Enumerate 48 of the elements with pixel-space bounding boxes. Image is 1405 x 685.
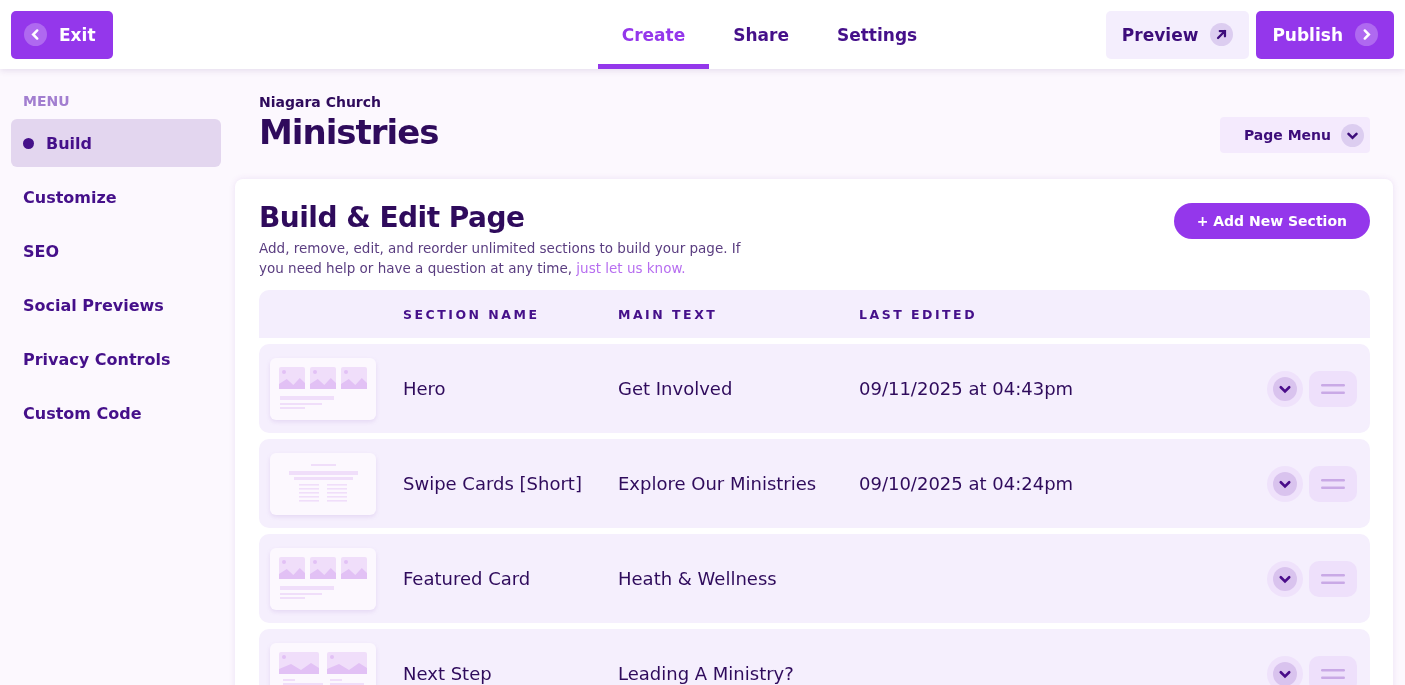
last-edited: 09/11/2025 at 04:43pm (859, 378, 1074, 399)
section-name: Swipe Cards [Short] (403, 473, 583, 494)
section-row[interactable]: Next Step Leading A Ministry? (259, 629, 1370, 685)
section-name: Hero (403, 378, 447, 399)
section-row[interactable]: Hero Get Involved 09/11/2025 at 04:43pm (259, 344, 1370, 433)
arrow-up-right-icon (1210, 23, 1234, 46)
site-name: Niagara Church (259, 94, 383, 110)
last-edited: 09/10/2025 at 04:24pm (859, 473, 1074, 494)
column-header: LAST EDITED (859, 306, 979, 322)
publish-button[interactable]: Publish (1256, 10, 1394, 59)
column-header: SECTION NAME (403, 306, 541, 322)
main-text: Leading A Ministry? (618, 663, 795, 684)
nav-tab[interactable]: Settings (812, 0, 942, 69)
section-name: Next Step (403, 663, 493, 684)
page-title: Ministries (259, 112, 439, 152)
drag-handle[interactable] (1309, 370, 1357, 407)
chevron-down-icon (1341, 123, 1364, 147)
drag-handle[interactable] (1309, 655, 1357, 685)
expand-button[interactable] (1267, 465, 1303, 502)
main-text: Heath & Wellness (618, 568, 778, 589)
drag-handle[interactable] (1309, 560, 1357, 597)
chevron-left-icon (24, 23, 47, 46)
sidebar-item[interactable]: SEO (11, 227, 221, 275)
column-header: MAIN TEXT (618, 306, 719, 322)
sidebar-item[interactable]: Build (11, 119, 221, 167)
menu-heading: MENU (22, 93, 71, 109)
section-row[interactable]: Swipe Cards [Short] Explore Our Ministries 09/10/2025 at 04:24pm (259, 439, 1370, 528)
chevron-right-icon (1355, 23, 1378, 46)
page-menu-button[interactable]: Page Menu (1219, 117, 1370, 153)
expand-button[interactable] (1267, 370, 1303, 407)
exit-button[interactable]: Exit (11, 10, 113, 59)
main-text: Get Involved (618, 378, 734, 399)
preview-button[interactable]: Preview (1105, 10, 1250, 59)
add-section-button[interactable]: + Add New Section (1173, 203, 1370, 239)
sidebar-item[interactable]: Custom Code (11, 389, 221, 437)
panel-description: Add, remove, edit, and reorder unlimited sections to build your page. If you need help or have a question at any time, just let us know. (259, 239, 742, 278)
sidebar-item[interactable]: Social Previews (11, 281, 221, 329)
section-row[interactable]: Featured Card Heath & Wellness (259, 534, 1370, 623)
expand-button[interactable] (1267, 655, 1303, 685)
main-text: Explore Our Ministries (618, 473, 818, 494)
nav-tab[interactable]: Share (709, 0, 813, 69)
panel-title: Build & Edit Page (259, 201, 526, 234)
nav-tab[interactable]: Create (597, 0, 710, 69)
drag-handle[interactable] (1309, 465, 1357, 502)
sidebar-item[interactable]: Customize (11, 173, 221, 221)
section-name: Featured Card (403, 568, 532, 589)
expand-button[interactable] (1267, 560, 1303, 597)
sidebar-item[interactable]: Privacy Controls (11, 335, 221, 383)
